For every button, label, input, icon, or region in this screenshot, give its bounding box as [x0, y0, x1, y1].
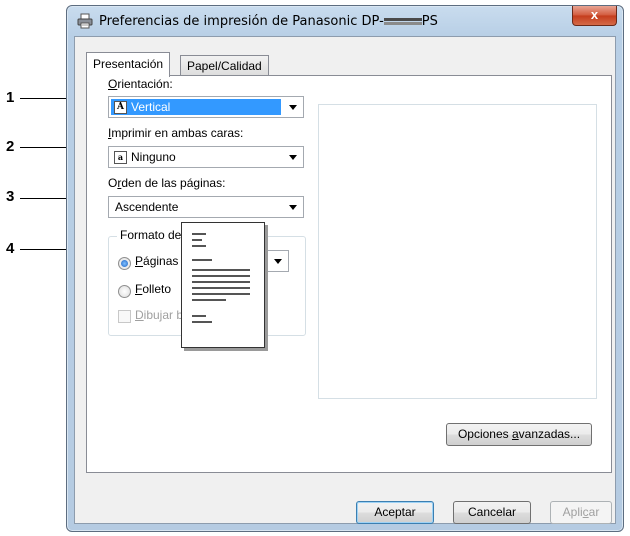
orientation-label: Orientación:: [108, 77, 173, 91]
ok-button[interactable]: Aceptar: [356, 501, 434, 524]
dialog-client: Presentación Papel/Calidad Orientación: …: [74, 36, 616, 524]
callout-3: 3: [6, 188, 15, 205]
chevron-down-icon: [289, 205, 297, 210]
booklet-label[interactable]: Folleto: [135, 282, 171, 296]
page-order-value: Ascendente: [115, 200, 179, 214]
page-order-label: Orden de las páginas:: [108, 176, 226, 190]
layout-preview-frame: [318, 104, 597, 399]
single-side-page-icon: a: [114, 151, 127, 164]
chevron-down-icon: [274, 259, 282, 264]
apply-button[interactable]: Aplicar: [550, 501, 612, 524]
print-preferences-window: Preferencias de impresión de Panasonic D…: [66, 5, 624, 532]
duplex-select[interactable]: a Ninguno: [108, 146, 304, 168]
preview-page-icon: [181, 222, 265, 348]
draw-borders-checkbox[interactable]: [118, 310, 131, 323]
title-bar[interactable]: Preferencias de impresión de Panasonic D…: [67, 6, 623, 36]
cancel-button[interactable]: Cancelar: [453, 501, 531, 524]
chevron-down-icon: [289, 105, 297, 110]
orientation-select[interactable]: A Vertical: [108, 96, 304, 118]
redacted-model-icon: [383, 17, 422, 26]
tab-papel-calidad[interactable]: Papel/Calidad: [180, 55, 269, 76]
advanced-options-button[interactable]: Opciones avanzadas...: [446, 423, 592, 446]
chevron-down-icon: [289, 155, 297, 160]
portrait-page-icon: A: [114, 101, 127, 114]
window-title: Preferencias de impresión de Panasonic D…: [99, 14, 438, 29]
tab-presentacion[interactable]: Presentación: [86, 52, 171, 77]
close-button[interactable]: x: [572, 6, 617, 26]
pages-per-sheet-radio[interactable]: [118, 257, 131, 270]
duplex-value: Ninguno: [131, 150, 176, 164]
callout-4: 4: [6, 240, 15, 257]
orientation-value: Vertical: [131, 100, 171, 114]
booklet-radio[interactable]: [118, 285, 131, 298]
duplex-label: Imprimir en ambas caras:: [108, 126, 244, 140]
printer-icon: [77, 13, 93, 29]
page-order-select[interactable]: Ascendente: [108, 196, 304, 218]
callout-2: 2: [6, 138, 15, 155]
callout-1: 1: [6, 89, 15, 106]
tab-panel-presentacion: Orientación: A Vertical Imprimir en amba…: [86, 75, 612, 473]
